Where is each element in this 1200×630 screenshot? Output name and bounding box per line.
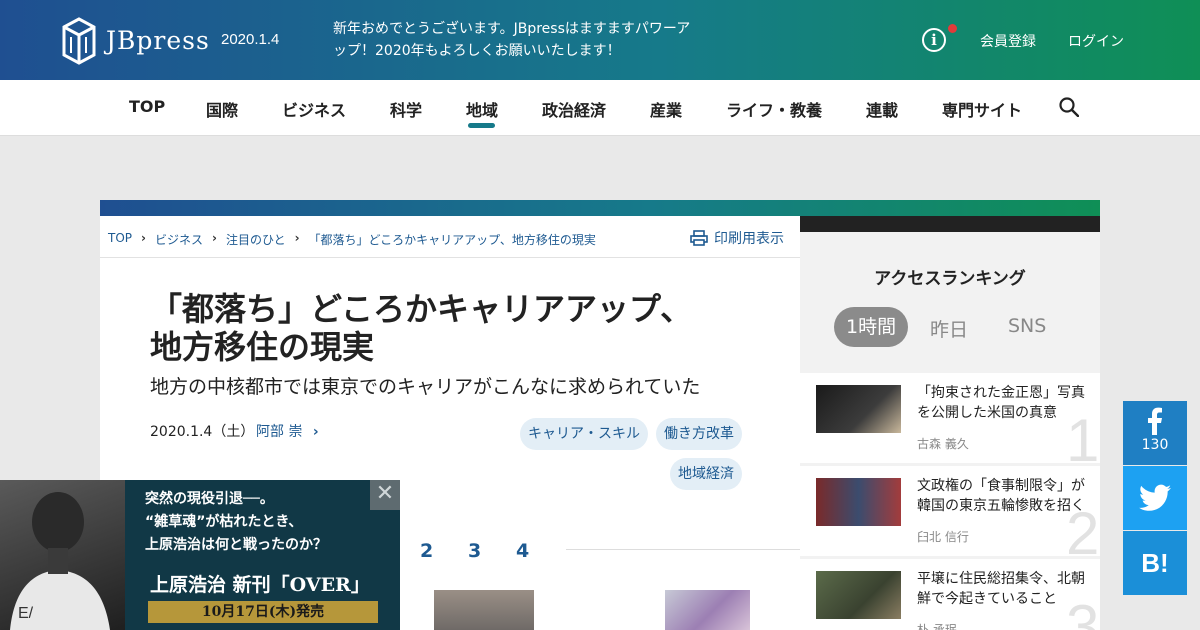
breadcrumb: TOP › ビジネス › 注目のひと › 「都落ち」どころかキャリアアップ、地方… bbox=[108, 231, 596, 248]
author-name: 阿部 崇 bbox=[256, 424, 303, 440]
breadcrumb-item-business[interactable]: ビジネス bbox=[155, 231, 203, 248]
page-link-4[interactable]: 4 bbox=[516, 540, 529, 562]
nav-item-life-culture[interactable]: ライフ・教養 bbox=[726, 97, 822, 121]
author-link[interactable]: 阿部 崇 › bbox=[256, 421, 319, 441]
header-greeting: 新年おめでとうございます。JBpressはますますパワーアップ！2020年もよろ… bbox=[333, 21, 691, 59]
ranking-author: 臼北 信行 bbox=[917, 530, 969, 544]
article-title-line1: 「都落ち」どころかキャリアアップ、 bbox=[150, 290, 693, 328]
ranking-number: 2 bbox=[1066, 500, 1100, 557]
jersey-text: E/ bbox=[18, 605, 34, 622]
hatena-bookmark-button[interactable]: B! bbox=[1123, 531, 1187, 595]
article-subtitle: 地方の中核都市では東京でのキャリアがこんなに求められていた bbox=[150, 376, 701, 398]
nav-item-politics-economy[interactable]: 政治経済 bbox=[542, 97, 606, 121]
tab-yesterday[interactable]: 昨日 bbox=[930, 315, 968, 342]
sidebar-top-bar bbox=[800, 216, 1100, 232]
ranking-title: アクセスランキング bbox=[874, 269, 1026, 289]
print-link[interactable]: 印刷用表示 bbox=[690, 228, 784, 248]
ranking-sidebar: アクセスランキング 1時間 昨日 SNS 「拘束された金正恩」写真を公開した米国… bbox=[800, 232, 1100, 630]
ranking-thumbnail bbox=[816, 478, 901, 526]
ranking-item[interactable]: 「拘束された金正恩」写真を公開した米国の真意 古森 義久 1 bbox=[800, 373, 1100, 463]
article-title: 「都落ち」どころかキャリアアップ、 地方移住の現実 bbox=[150, 290, 770, 366]
nav-active-indicator bbox=[468, 123, 495, 128]
notification-badge bbox=[948, 24, 957, 33]
print-label: 印刷用表示 bbox=[714, 231, 784, 247]
header-date: 2020.1.4 bbox=[221, 31, 280, 48]
breadcrumb-item-top[interactable]: TOP bbox=[108, 231, 132, 248]
ranking-item[interactable]: 平壌に住民総招集令、北朝鮮で今起きていること 朴 承珉 3 bbox=[800, 559, 1100, 630]
nav-item-science[interactable]: 科学 bbox=[390, 97, 422, 121]
register-link[interactable]: 会員登録 bbox=[980, 31, 1036, 51]
book-ad-banner[interactable]: E/ 突然の現役引退──。 “雑草魂”が枯れたとき、 上原浩治は何と戦ったのか？… bbox=[0, 480, 400, 630]
section-color-bar bbox=[100, 200, 1100, 216]
breadcrumb-separator-icon: › bbox=[141, 231, 146, 245]
facebook-share-count: 130 bbox=[1141, 437, 1169, 453]
nav-item-series[interactable]: 連載 bbox=[866, 97, 898, 121]
site-header: JBpress 2020.1.4 新年おめでとうございます。JBpressはます… bbox=[0, 0, 1200, 80]
main-nav: TOP 国際 ビジネス 科学 地域 政治経済 産業 ライフ・教養 連載 専門サイ… bbox=[0, 80, 1200, 136]
ad-release-date: 10月17日(木)発売 bbox=[148, 601, 378, 623]
ad-book-title: 上原浩治 新刊「OVER」 bbox=[150, 574, 370, 596]
site-logo[interactable]: JBpress bbox=[60, 15, 210, 65]
ranking-number: 1 bbox=[1066, 407, 1100, 464]
ranking-author: 古森 義久 bbox=[917, 437, 969, 451]
hatena-bookmark-icon: B! bbox=[1141, 548, 1169, 578]
article-date: 2020.1.4（土） bbox=[150, 424, 255, 440]
ranking-thumbnail bbox=[816, 385, 901, 433]
close-icon[interactable]: ✕ bbox=[370, 480, 400, 510]
person-silhouette-icon: E/ bbox=[10, 492, 110, 630]
ad-line-1: 突然の現役引退──。 bbox=[145, 491, 274, 507]
logo-mark-icon bbox=[62, 17, 96, 65]
nav-item-specialty-sites[interactable]: 専門サイト bbox=[942, 97, 1022, 121]
printer-icon bbox=[690, 230, 708, 246]
twitter-share-button[interactable] bbox=[1123, 466, 1187, 530]
nav-item-industry[interactable]: 産業 bbox=[650, 97, 682, 121]
chevron-right-icon: › bbox=[312, 424, 319, 440]
ranking-author: 朴 承珉 bbox=[917, 623, 957, 630]
tag-career-skill[interactable]: キャリア・スキル bbox=[520, 418, 648, 450]
page-link-2[interactable]: 2 bbox=[420, 540, 433, 562]
tag-regional-economy[interactable]: 地域経済 bbox=[670, 458, 742, 490]
nav-item-international[interactable]: 国際 bbox=[206, 97, 238, 121]
logo-text: JBpress bbox=[106, 25, 210, 55]
article-title-line2: 地方移住の現実 bbox=[150, 328, 375, 366]
breadcrumb-item-people[interactable]: 注目のひと bbox=[226, 231, 286, 248]
search-icon[interactable] bbox=[1059, 97, 1079, 117]
facebook-icon bbox=[1148, 407, 1162, 435]
nav-item-business[interactable]: ビジネス bbox=[282, 97, 346, 121]
ad-copy: 突然の現役引退──。 “雑草魂”が枯れたとき、 上原浩治は何と戦ったのか？ bbox=[145, 488, 365, 557]
article-photo-left bbox=[434, 590, 534, 630]
tag-work-style-reform[interactable]: 働き方改革 bbox=[656, 418, 742, 450]
ranking-thumbnail bbox=[816, 571, 901, 619]
ad-line-3: 上原浩治は何と戦ったのか？ bbox=[145, 537, 327, 553]
divider bbox=[100, 257, 800, 258]
page-link-3[interactable]: 3 bbox=[468, 540, 481, 562]
nav-item-top[interactable]: TOP bbox=[129, 97, 165, 116]
tab-sns[interactable]: SNS bbox=[1008, 315, 1046, 337]
info-icon[interactable]: i bbox=[922, 28, 946, 52]
ranking-item[interactable]: 文政権の「食事制限令」が韓国の東京五輪惨敗を招く 臼北 信行 2 bbox=[800, 466, 1100, 556]
breadcrumb-item-current[interactable]: 「都落ち」どころかキャリアアップ、地方移住の現実 bbox=[309, 231, 596, 248]
tab-1-hour[interactable]: 1時間 bbox=[834, 307, 909, 347]
ad-photo: E/ bbox=[0, 480, 125, 630]
breadcrumb-separator-icon: › bbox=[294, 231, 300, 245]
pager-divider bbox=[566, 549, 800, 550]
nav-item-region[interactable]: 地域 bbox=[466, 97, 498, 121]
login-link[interactable]: ログイン bbox=[1068, 31, 1124, 51]
article-photo-right bbox=[665, 590, 750, 630]
twitter-icon bbox=[1139, 484, 1171, 511]
facebook-share-button[interactable]: 130 bbox=[1123, 401, 1187, 465]
breadcrumb-separator-icon: › bbox=[211, 231, 217, 245]
ranking-number: 3 bbox=[1066, 593, 1100, 630]
ad-line-2: “雑草魂”が枯れたとき、 bbox=[145, 514, 303, 530]
